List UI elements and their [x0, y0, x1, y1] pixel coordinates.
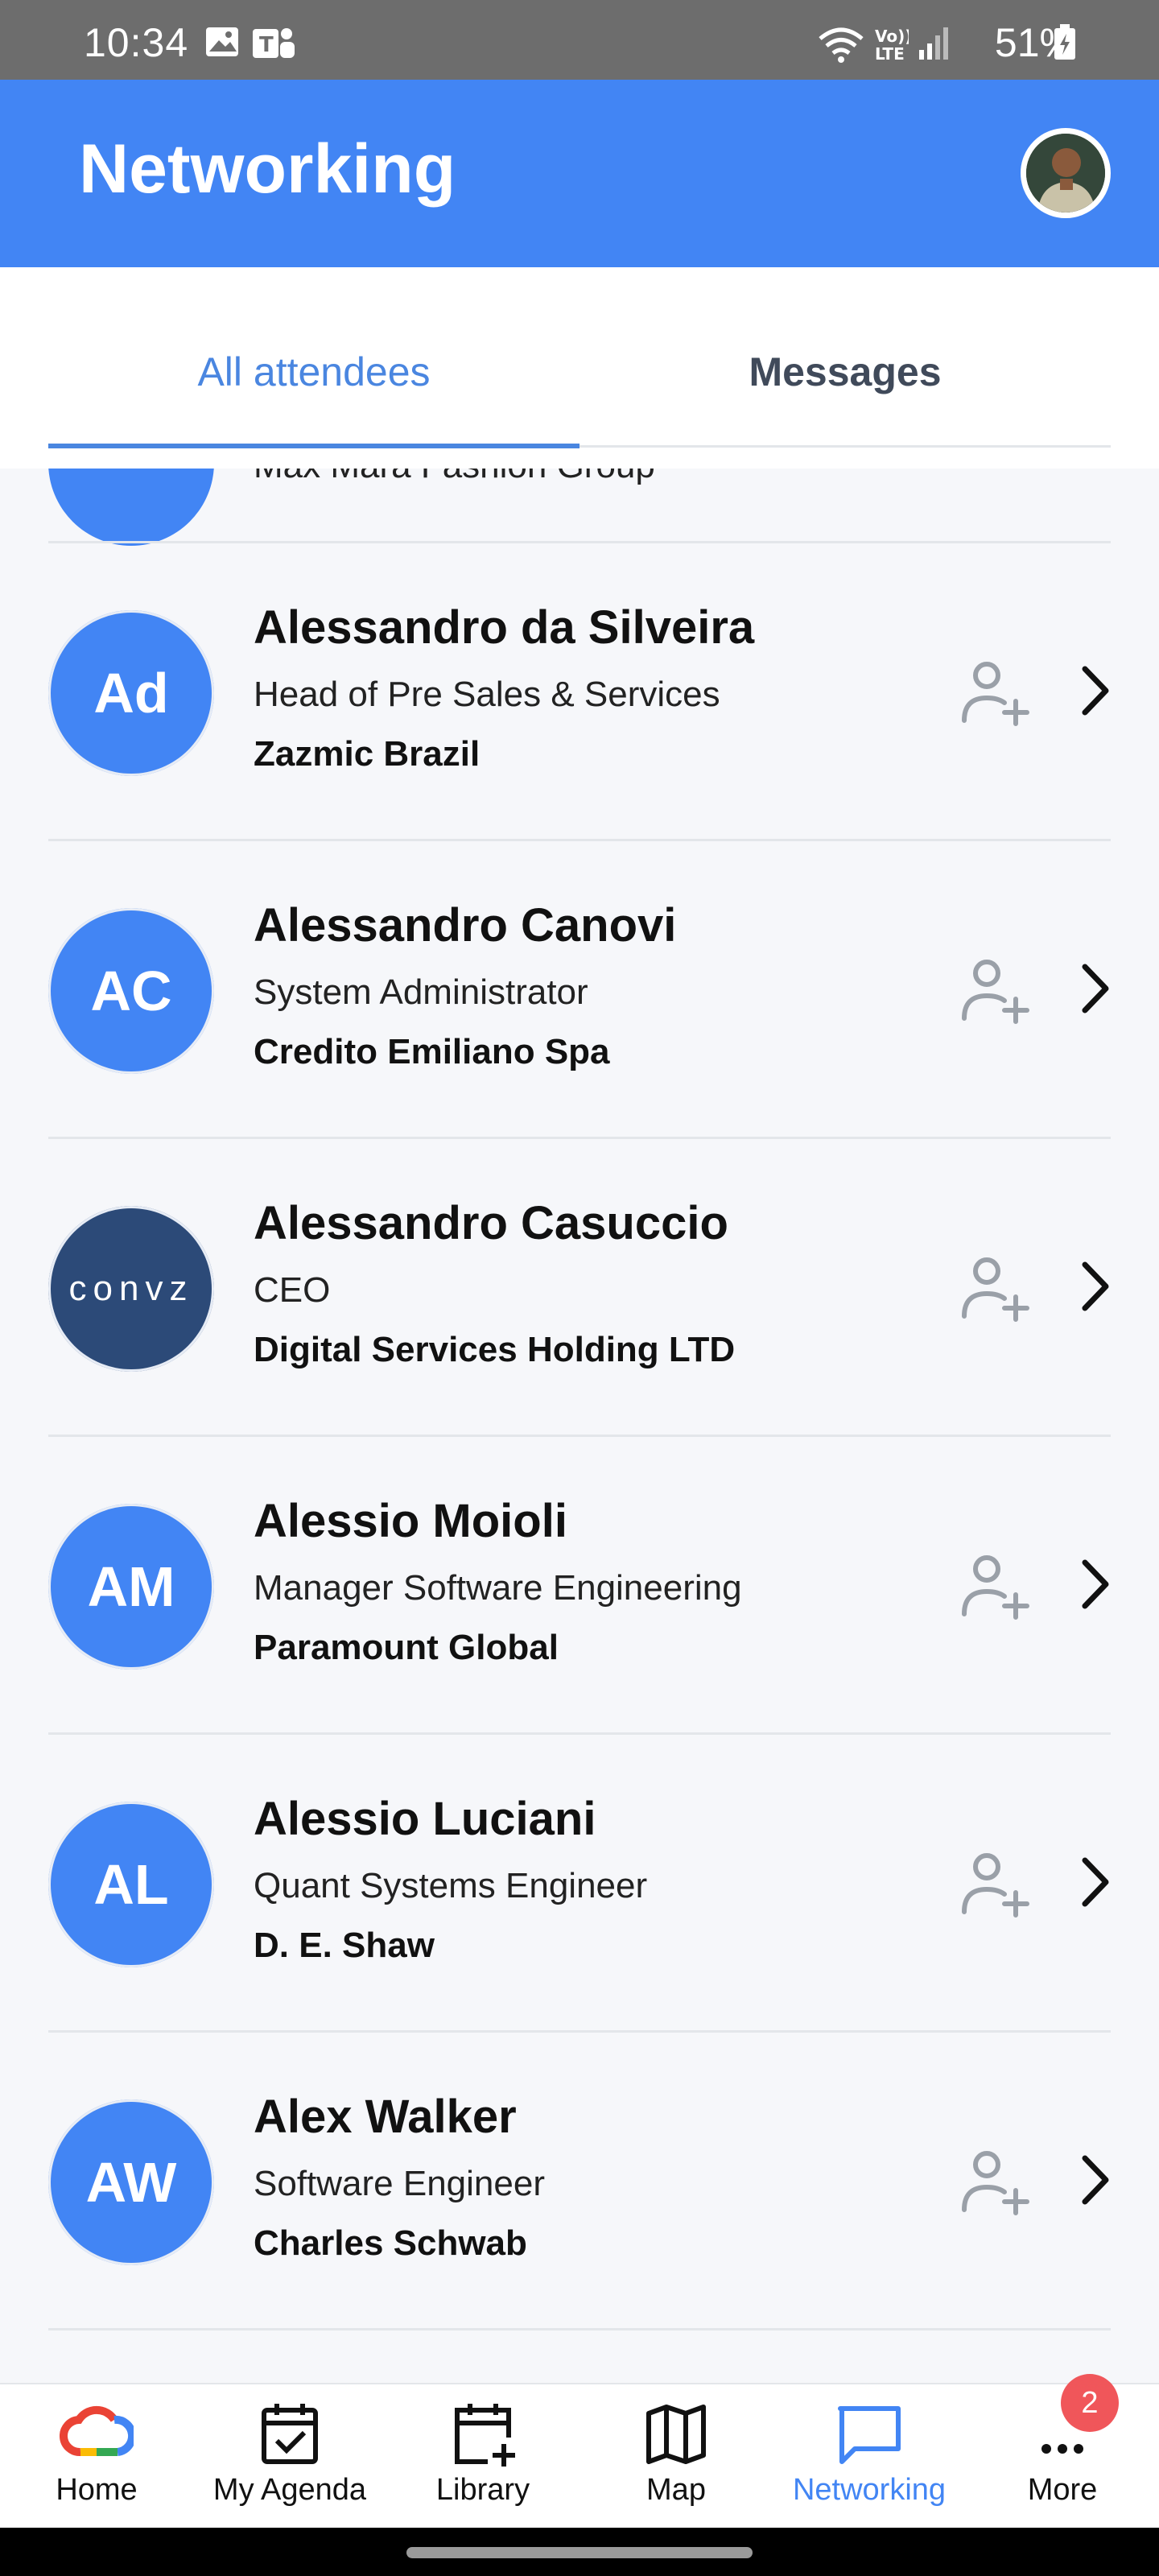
- attendee-company: Max Mara Fashion Group: [254, 469, 655, 486]
- calendar-add-icon: [455, 2404, 515, 2467]
- list-item[interactable]: AW Alex Walker Software Engineer Charles…: [48, 2030, 1111, 2330]
- attendee-title: Quant Systems Engineer: [254, 1866, 648, 1905]
- nav-home[interactable]: Home: [0, 2384, 193, 2529]
- nav-label: Home: [56, 2473, 138, 2507]
- page-title: Networking: [79, 130, 456, 208]
- google-cloud-icon: [60, 2405, 134, 2456]
- nav-library[interactable]: Library: [386, 2384, 580, 2529]
- calendar-check-icon: [262, 2404, 318, 2464]
- add-contact-icon[interactable]: [958, 1847, 1030, 1920]
- map-icon: [646, 2405, 706, 2464]
- attendee-company: Digital Services Holding LTD: [254, 1330, 736, 1369]
- svg-text:LTE: LTE: [875, 44, 905, 63]
- add-contact-icon[interactable]: [958, 656, 1030, 729]
- tab-messages[interactable]: Messages: [580, 348, 1111, 396]
- wifi-icon: [817, 26, 865, 70]
- add-contact-icon[interactable]: [958, 1550, 1030, 1622]
- avatar: [48, 469, 214, 546]
- more-notification-badge: 2: [1061, 2374, 1119, 2432]
- attendee-title: System Administrator: [254, 972, 588, 1012]
- chevron-right-icon[interactable]: [1070, 960, 1119, 1017]
- teams-icon: T: [251, 26, 296, 65]
- nav-label: Networking: [792, 2473, 947, 2507]
- attendee-company: Charles Schwab: [254, 2223, 527, 2263]
- bottom-navigation: Home My Agenda Library Map Networking Mo…: [0, 2383, 1159, 2529]
- chevron-right-icon[interactable]: [1070, 1854, 1119, 1910]
- attendee-name: Alessandro da Silveira: [254, 601, 755, 654]
- list-item[interactable]: AC Alessandro Canovi System Administrato…: [48, 839, 1111, 1139]
- add-contact-icon[interactable]: [958, 1252, 1030, 1324]
- avatar: AC: [48, 908, 214, 1074]
- company-logo-avatar: convz: [48, 1206, 214, 1372]
- tab-all-attendees[interactable]: All attendees: [48, 348, 580, 396]
- add-contact-icon[interactable]: [958, 954, 1030, 1026]
- avatar: AM: [48, 1504, 214, 1670]
- status-time: 10:34: [84, 20, 189, 65]
- avatar: Ad: [48, 610, 214, 776]
- app-bar: Networking: [0, 80, 1159, 267]
- signal-icon: [918, 26, 953, 65]
- list-divider: [48, 2328, 1111, 2383]
- avatar: AL: [48, 1802, 214, 1967]
- attendee-title: Manager Software Engineering: [254, 1568, 742, 1608]
- home-gesture-handle[interactable]: [406, 2547, 753, 2558]
- attendee-title: Head of Pre Sales & Services: [254, 675, 720, 714]
- add-contact-icon[interactable]: [958, 2145, 1030, 2218]
- attendee-name: Alessandro Canovi: [254, 899, 677, 952]
- gesture-bar: [0, 2528, 1159, 2576]
- attendee-title: CEO: [254, 1270, 331, 1310]
- attendee-company: D. E. Shaw: [254, 1926, 435, 1965]
- chevron-right-icon[interactable]: [1070, 1556, 1119, 1612]
- nav-label: Library: [435, 2473, 530, 2507]
- avatar: AW: [48, 2099, 214, 2265]
- nav-networking[interactable]: Networking: [773, 2384, 966, 2529]
- list-item-partial[interactable]: Max Mara Fashion Group: [0, 469, 1159, 546]
- chevron-right-icon[interactable]: [1070, 1258, 1119, 1315]
- volte-icon: Vo)) LTE: [873, 26, 912, 67]
- attendee-list[interactable]: Max Mara Fashion Group Ad Alessandro da …: [0, 469, 1159, 2383]
- status-bar: 10:34 T Vo)) LTE 51%: [0, 0, 1159, 80]
- attendee-company: Zazmic Brazil: [254, 734, 481, 774]
- nav-map[interactable]: Map: [580, 2384, 773, 2529]
- chat-icon: [838, 2406, 901, 2464]
- attendee-name: Alessio Moioli: [254, 1495, 567, 1547]
- active-tab-indicator: [48, 444, 580, 448]
- nav-label: Map: [646, 2473, 706, 2507]
- svg-text:T: T: [259, 33, 274, 57]
- chevron-right-icon[interactable]: [1070, 663, 1119, 719]
- attendee-title: Software Engineer: [254, 2164, 545, 2203]
- gallery-icon: [204, 26, 240, 62]
- attendee-name: Alessandro Casuccio: [254, 1197, 728, 1249]
- list-item[interactable]: AL Alessio Luciani Quant Systems Enginee…: [48, 1732, 1111, 2033]
- nav-label: My Agenda: [212, 2473, 367, 2507]
- attendee-company: Credito Emiliano Spa: [254, 1032, 610, 1071]
- list-item[interactable]: convz Alessandro Casuccio CEO Digital Se…: [48, 1137, 1111, 1437]
- tab-bar: All attendees Messages: [0, 267, 1159, 470]
- list-item[interactable]: AM Alessio Moioli Manager Software Engin…: [48, 1435, 1111, 1735]
- svg-text:Vo)): Vo)): [875, 27, 909, 46]
- attendee-name: Alessio Luciani: [254, 1793, 596, 1845]
- battery-icon: [1053, 24, 1077, 65]
- attendee-name: Alex Walker: [254, 2091, 517, 2143]
- chevron-right-icon[interactable]: [1070, 2152, 1119, 2208]
- attendee-company: Paramount Global: [254, 1628, 559, 1667]
- list-item[interactable]: Ad Alessandro da Silveira Head of Pre Sa…: [48, 541, 1111, 841]
- nav-label: More: [1027, 2473, 1098, 2507]
- nav-my-agenda[interactable]: My Agenda: [193, 2384, 386, 2529]
- tab-divider: [580, 445, 1111, 448]
- profile-avatar[interactable]: [1021, 128, 1111, 218]
